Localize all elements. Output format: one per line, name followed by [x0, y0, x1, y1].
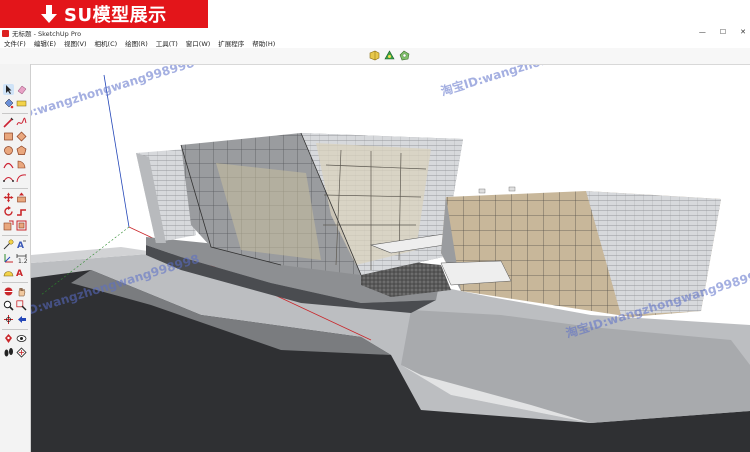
- select-icon[interactable]: [3, 84, 14, 95]
- eraser-icon[interactable]: [16, 84, 27, 95]
- rotate-icon[interactable]: [3, 206, 14, 217]
- section-toolbar: [0, 48, 750, 65]
- section-plane-icon[interactable]: [369, 50, 380, 61]
- window-title: 无标题 - SketchUp Pro: [12, 30, 82, 38]
- tape-measure-icon[interactable]: [16, 98, 27, 109]
- menu-camera[interactable]: 相机(C): [91, 38, 122, 48]
- banner-text: SU模型展示: [64, 5, 167, 26]
- zoom-extents-icon[interactable]: [3, 314, 14, 325]
- look-around-icon[interactable]: [16, 333, 27, 344]
- axes-icon[interactable]: [3, 253, 14, 264]
- menu-view[interactable]: 视图(V): [60, 38, 91, 48]
- svg-text:A: A: [17, 241, 24, 250]
- arc-icon[interactable]: [3, 159, 14, 170]
- toolbar-divider: [2, 235, 28, 236]
- menu-file[interactable]: 文件(F): [0, 38, 30, 48]
- banner: SU模型展示: [0, 0, 750, 28]
- previous-view-icon[interactable]: [16, 314, 27, 325]
- tape-icon[interactable]: [3, 239, 14, 250]
- 2point-arc-icon[interactable]: [3, 173, 14, 184]
- svg-text:A: A: [16, 269, 23, 278]
- menu-window[interactable]: 窗口(W): [182, 38, 215, 48]
- scale-icon[interactable]: [3, 220, 14, 231]
- zoom-window-icon[interactable]: [16, 300, 27, 311]
- maximize-button[interactable]: ☐: [720, 28, 726, 38]
- close-button[interactable]: ✕: [740, 28, 746, 38]
- rotated-rectangle-icon[interactable]: [16, 131, 27, 142]
- section-fill-icon[interactable]: [399, 50, 410, 61]
- polygon-icon[interactable]: [16, 145, 27, 156]
- orbit-icon[interactable]: [3, 286, 14, 297]
- paint-bucket-icon[interactable]: [3, 98, 14, 109]
- sketchup-logo-icon: [2, 29, 9, 37]
- offset-icon[interactable]: [16, 220, 27, 231]
- left-toolbar: A 1.2 A: [0, 64, 31, 452]
- toolbar-divider: [2, 113, 28, 114]
- section-icon[interactable]: [16, 347, 27, 358]
- zoom-icon[interactable]: [3, 300, 14, 311]
- title-bar: 无标题 - SketchUp Pro — ☐ ✕: [0, 28, 750, 38]
- toolbar-divider: [2, 188, 28, 189]
- menu-extensions[interactable]: 扩展程序: [214, 38, 248, 48]
- svg-text:1.2: 1.2: [18, 258, 27, 264]
- menu-tools[interactable]: 工具(T): [152, 38, 182, 48]
- 3point-arc-icon[interactable]: [16, 173, 27, 184]
- follow-me-icon[interactable]: [16, 206, 27, 217]
- move-icon[interactable]: [3, 192, 14, 203]
- banner-label: SU模型展示: [0, 0, 208, 28]
- model-viewport[interactable]: 淘宝ID:wangzhongwang998998 ID:wangzhongwan…: [31, 65, 750, 452]
- minimize-button[interactable]: —: [699, 28, 706, 38]
- walk-icon[interactable]: [3, 347, 14, 358]
- blue-axis: [103, 74, 130, 228]
- model-canvas: [31, 74, 750, 452]
- 3d-text-icon[interactable]: A: [16, 267, 27, 278]
- toolbar-divider: [2, 329, 28, 330]
- menu-help[interactable]: 帮助(H): [248, 38, 279, 48]
- toolbar-divider: [2, 282, 28, 283]
- protractor-icon[interactable]: [3, 267, 14, 278]
- push-pull-icon[interactable]: [16, 192, 27, 203]
- display-section-icon[interactable]: [384, 50, 395, 61]
- pencil-line-icon[interactable]: [3, 117, 14, 128]
- freehand-icon[interactable]: [16, 117, 27, 128]
- pan-icon[interactable]: [16, 286, 27, 297]
- pie-icon[interactable]: [16, 159, 27, 170]
- menu-bar: 文件(F) 编辑(E) 视图(V) 相机(C) 绘图(R) 工具(T) 窗口(W…: [0, 38, 750, 48]
- position-camera-icon[interactable]: [3, 333, 14, 344]
- text-icon[interactable]: A: [16, 239, 27, 250]
- menu-draw[interactable]: 绘图(R): [121, 38, 152, 48]
- dimension-icon[interactable]: 1.2: [16, 253, 27, 264]
- arrow-down-icon: [41, 5, 57, 23]
- rectangle-icon[interactable]: [3, 131, 14, 142]
- menu-edit[interactable]: 编辑(E): [30, 38, 60, 48]
- circle-icon[interactable]: [3, 145, 14, 156]
- window-controls: — ☐ ✕: [699, 28, 746, 38]
